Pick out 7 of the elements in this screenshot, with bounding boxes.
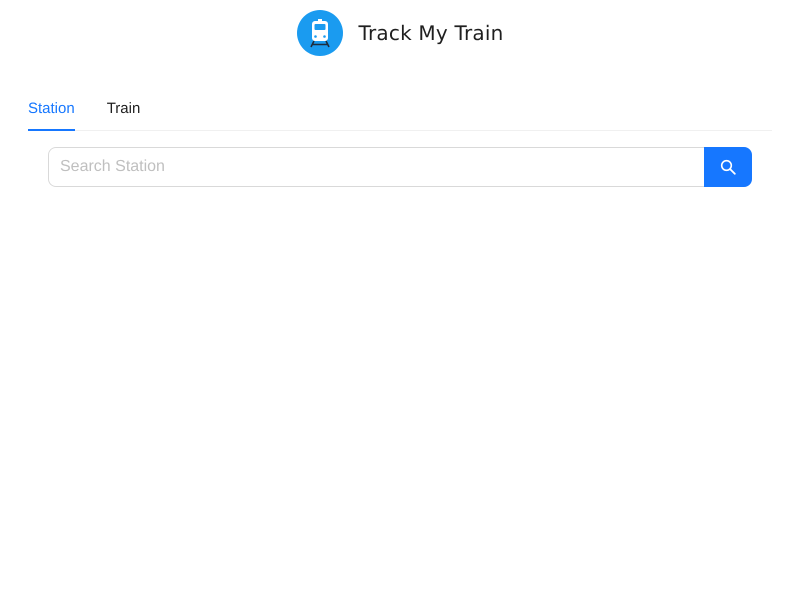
tab[interactable]: Train <box>106 94 140 131</box>
search-button[interactable] <box>704 147 752 187</box>
app-title: Track My Train <box>358 21 504 45</box>
search-icon <box>720 159 736 175</box>
tab[interactable]: Station <box>28 94 75 131</box>
train-logo-icon <box>296 10 343 56</box>
search-field[interactable]: Search Station <box>48 147 704 187</box>
